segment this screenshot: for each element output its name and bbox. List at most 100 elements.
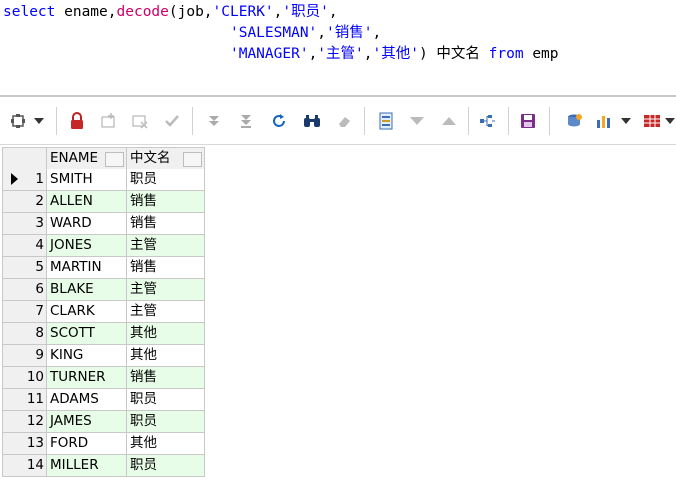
row-number-label: 6 <box>35 281 44 297</box>
post-changes-icon[interactable] <box>160 98 184 144</box>
cell-cn[interactable]: 职员 <box>127 389 205 411</box>
cell-ename[interactable]: KING <box>47 345 127 367</box>
lock-icon[interactable] <box>65 98 89 144</box>
sql-args: (job, <box>168 4 213 20</box>
cell-cn[interactable]: 其他 <box>127 433 205 455</box>
sql-function-decode: decode <box>116 4 169 20</box>
last-page-icon[interactable] <box>234 98 258 144</box>
cell-cn[interactable]: 其他 <box>127 345 205 367</box>
delete-record-icon[interactable] <box>128 98 152 144</box>
row-number: 14 <box>24 455 47 477</box>
export-icon[interactable] <box>563 98 587 144</box>
column-sort-button[interactable] <box>105 152 124 167</box>
row-number-label: 9 <box>35 347 44 363</box>
cell-cn[interactable]: 销售 <box>127 257 205 279</box>
column-header-label: 中文名 <box>130 150 171 166</box>
row-number-label: 2 <box>35 193 44 209</box>
cell-ename[interactable]: ALLEN <box>47 191 127 213</box>
cell-cn[interactable]: 主管 <box>127 235 205 257</box>
cell-cn[interactable]: 其他 <box>127 323 205 345</box>
dropdown-arrow-icon-3[interactable] <box>664 98 676 144</box>
row-indicator[interactable] <box>2 411 25 433</box>
query-options-icon[interactable] <box>6 98 30 144</box>
row-number: 11 <box>24 389 47 411</box>
row-indicator[interactable] <box>2 257 25 279</box>
cell-ename[interactable]: MILLER <box>47 455 127 477</box>
cell-ename[interactable]: MARTIN <box>47 257 127 279</box>
row-number: 9 <box>24 345 47 367</box>
row-number-label: 12 <box>26 413 44 429</box>
row-indicator[interactable] <box>2 169 25 191</box>
cell-ename[interactable]: FORD <box>47 433 127 455</box>
row-indicator[interactable] <box>2 191 25 213</box>
cell-cn[interactable]: 销售 <box>127 191 205 213</box>
column-header-ename[interactable]: ENAME <box>47 147 127 170</box>
find-icon[interactable] <box>300 98 324 144</box>
row-number-label: 10 <box>26 369 44 385</box>
row-indicator[interactable] <box>2 279 25 301</box>
next-page-icon[interactable] <box>202 98 226 144</box>
cell-cn[interactable]: 主管 <box>127 301 205 323</box>
sql-comma: , <box>308 46 318 62</box>
sql-indent <box>3 25 230 41</box>
sql-editor[interactable]: select ename,decode(job,'CLERK','职员', 'S… <box>0 0 676 94</box>
row-number-label: 5 <box>35 259 44 275</box>
row-indicator[interactable] <box>2 367 25 389</box>
cell-cn[interactable]: 职员 <box>127 455 205 477</box>
sort-asc-icon[interactable] <box>437 98 461 144</box>
row-indicator[interactable] <box>2 213 25 235</box>
chart-icon[interactable] <box>592 98 616 144</box>
sql-line-3: 'MANAGER','主管','其他') 中文名 from emp <box>3 44 559 65</box>
cell-ename[interactable]: ADAMS <box>47 389 127 411</box>
insert-record-icon[interactable] <box>96 98 120 144</box>
cell-ename[interactable]: WARD <box>47 213 127 235</box>
cell-ename[interactable]: JAMES <box>47 411 127 433</box>
sql-indent <box>3 46 230 62</box>
row-number: 4 <box>24 235 47 257</box>
row-indicator[interactable] <box>2 455 25 477</box>
row-indicator[interactable] <box>2 389 25 411</box>
row-number-label: 14 <box>26 457 44 473</box>
row-number-label: 11 <box>26 391 44 407</box>
cell-cn[interactable]: 销售 <box>127 367 205 389</box>
row-number-label: 7 <box>35 303 44 319</box>
row-number: 12 <box>24 411 47 433</box>
clear-icon[interactable] <box>333 98 357 144</box>
row-indicator[interactable] <box>2 345 25 367</box>
refresh-icon[interactable] <box>267 98 291 144</box>
cell-cn[interactable]: 职员 <box>127 169 205 191</box>
toolbar-separator <box>56 107 57 135</box>
row-indicator[interactable] <box>2 235 25 257</box>
row-number-label: 13 <box>26 435 44 451</box>
table-view-icon[interactable] <box>641 98 663 144</box>
sql-string: '销售' <box>326 25 373 41</box>
sort-desc-icon[interactable] <box>405 98 429 144</box>
cell-cn[interactable]: 职员 <box>127 411 205 433</box>
cell-cn[interactable]: 主管 <box>127 279 205 301</box>
cell-ename[interactable]: CLARK <box>47 301 127 323</box>
save-icon[interactable] <box>516 98 540 144</box>
row-indicator[interactable] <box>2 433 25 455</box>
column-sort-button[interactable] <box>183 152 202 167</box>
cell-ename[interactable]: SCOTT <box>47 323 127 345</box>
column-header-cn[interactable]: 中文名 <box>127 147 205 170</box>
row-indicator[interactable] <box>2 301 25 323</box>
record-view-icon[interactable] <box>374 98 398 144</box>
query-by-example-icon[interactable] <box>476 98 500 144</box>
row-indicator[interactable] <box>2 323 25 345</box>
editor-splitter[interactable] <box>0 95 676 97</box>
toolbar-separator <box>364 107 365 135</box>
cell-ename[interactable]: TURNER <box>47 367 127 389</box>
row-number-label: 1 <box>35 171 44 187</box>
row-number: 5 <box>24 257 47 279</box>
cell-cn[interactable]: 销售 <box>127 213 205 235</box>
column-header-label: ENAME <box>50 150 99 166</box>
cell-ename[interactable]: SMITH <box>47 169 127 191</box>
toolbar-separator <box>508 107 509 135</box>
sql-comma: , <box>317 25 327 41</box>
cell-ename[interactable]: BLAKE <box>47 279 127 301</box>
cell-ename[interactable]: JONES <box>47 235 127 257</box>
dropdown-arrow-icon-2[interactable] <box>619 98 633 144</box>
dropdown-arrow-icon[interactable] <box>32 98 46 144</box>
sql-table-name: emp <box>523 46 559 62</box>
